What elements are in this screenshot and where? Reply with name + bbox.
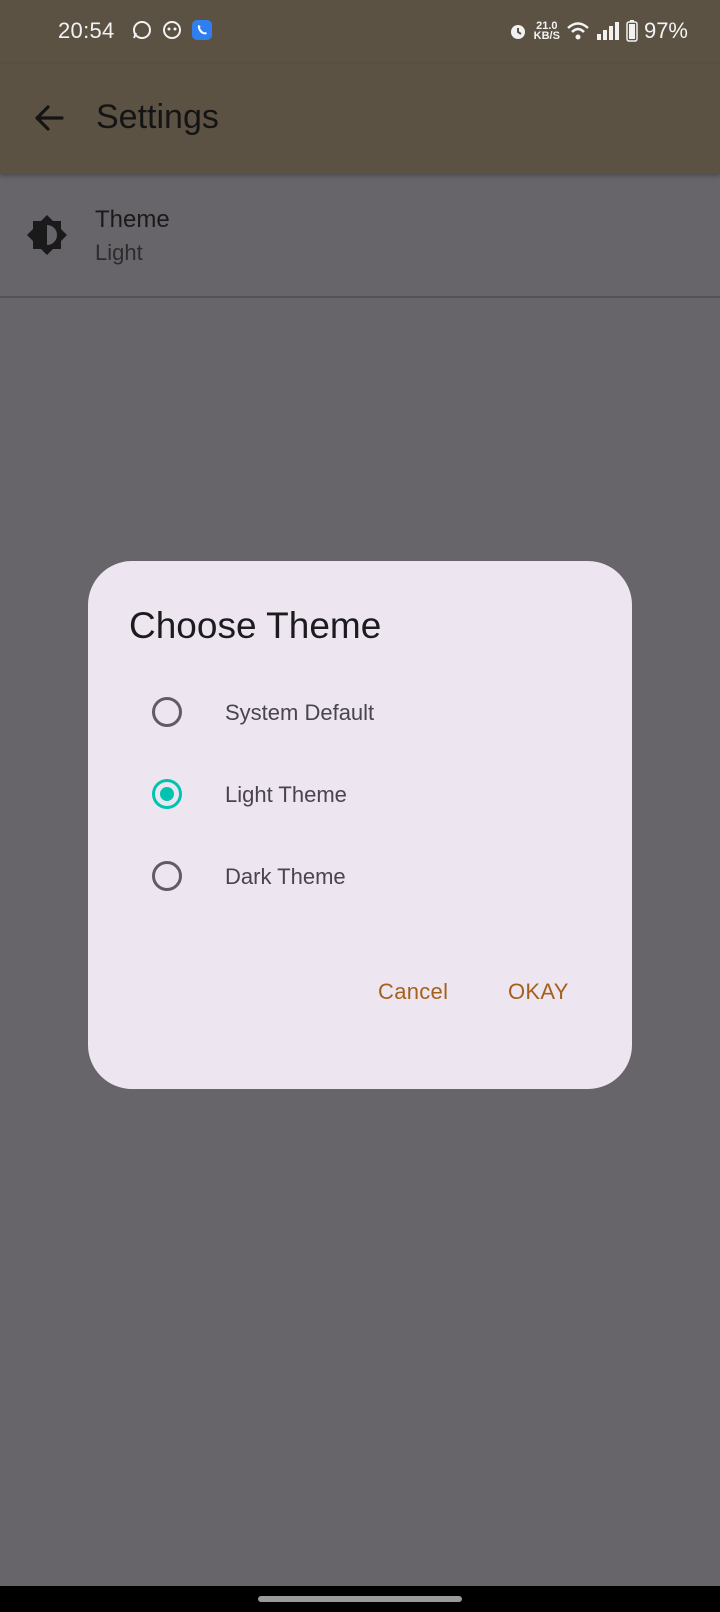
brightness-icon [27,215,67,255]
option-label: Dark Theme [225,864,346,889]
okay-button[interactable]: OKAY [508,979,569,1005]
app-face-icon [163,21,181,39]
network-speed: 21.0 KB/S [533,21,560,42]
gesture-handle[interactable] [258,1596,462,1602]
battery-percent: 97% [643,18,688,43]
setting-item-theme[interactable]: Theme Light [0,174,720,298]
option-dark-theme[interactable]: Dark Theme [88,839,632,919]
dialog-title: Choose Theme [129,605,382,646]
status-time: 20:54 [58,18,115,43]
option-light-theme[interactable]: Light Theme [88,757,632,837]
signal-icon [596,22,619,40]
alarm-icon [510,25,525,39]
arrow-back-icon[interactable] [28,96,72,140]
navigation-bar [0,1586,720,1612]
notification-icons [132,20,212,40]
radio-button-checked[interactable] [152,779,182,809]
radio-button[interactable] [152,697,182,727]
radio-button[interactable] [152,861,182,891]
phone-call-icon [192,20,212,40]
network-speed-unit: KB/S [533,30,560,42]
theme-dialog: Choose Theme System Default Light Theme … [88,561,632,1089]
setting-title: Theme [95,206,170,233]
system-icons: 21.0 KB/S 97% [508,18,688,44]
cancel-button[interactable]: Cancel [378,979,448,1005]
whatsapp-icon [133,21,151,39]
option-system-default[interactable]: System Default [88,675,632,755]
setting-value: Light [95,240,143,265]
status-bar: 20:54 21.0 KB/S 97% [0,0,720,64]
option-label: Light Theme [225,782,347,807]
option-label: System Default [225,700,375,725]
app-bar: Settings [0,64,720,174]
page-title: Settings [96,98,219,136]
wifi-icon [567,22,589,40]
battery-icon [626,20,638,42]
